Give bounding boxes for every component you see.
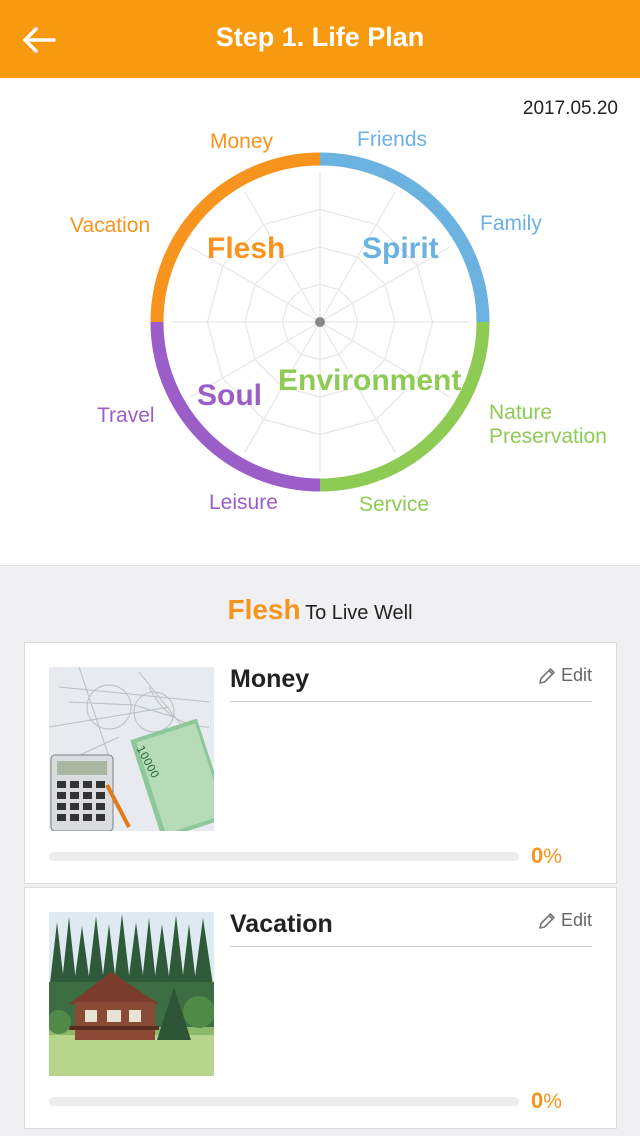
wheel-label-family[interactable]: Family (480, 212, 542, 236)
ring-environment (319, 321, 490, 492)
edit-button[interactable]: Edit (537, 910, 592, 931)
pencil-icon (539, 912, 555, 929)
edit-label: Edit (560, 910, 592, 930)
category-spirit[interactable]: Spirit (362, 232, 439, 266)
goal-card-vacation[interactable]: Vacation Edit 0% (24, 887, 617, 1129)
wheel-label-money[interactable]: Money (210, 130, 273, 154)
category-flesh[interactable]: Flesh (207, 232, 285, 266)
section-subtitle: To Live Well (305, 602, 413, 624)
goal-card-money[interactable]: 10000 Money Edit 0% (24, 642, 617, 884)
card-title: Vacation (230, 910, 333, 938)
vacation-photo (49, 912, 214, 1076)
wheel-center-dot (315, 317, 325, 327)
title-divider (230, 701, 592, 702)
edit-label: Edit (560, 665, 592, 685)
page-title: Step 1. Life Plan (215, 22, 425, 52)
card-title: Money (230, 665, 310, 693)
app-header: Step 1. Life Plan (0, 0, 640, 78)
progress-percent: 0% (531, 843, 562, 868)
pencil-icon (539, 667, 555, 684)
wheel-label-nature[interactable]: Nature (489, 401, 552, 425)
progress-bar (49, 1097, 519, 1106)
wheel-label-preservation[interactable]: Preservation (489, 425, 607, 449)
wheel-label-travel[interactable]: Travel (97, 404, 155, 428)
edit-button[interactable]: Edit (537, 665, 592, 686)
section-category: Flesh (227, 594, 301, 625)
wheel-label-vacation[interactable]: Vacation (70, 214, 150, 238)
title-divider (230, 946, 592, 947)
wheel-label-friends[interactable]: Friends (357, 128, 427, 152)
category-soul[interactable]: Soul (197, 379, 262, 413)
life-wheel-panel: 2017.05.20 Money Friends Family Vacation… (0, 78, 640, 566)
life-wheel[interactable] (0, 78, 640, 566)
wheel-label-leisure[interactable]: Leisure (209, 491, 278, 515)
progress-bar (49, 852, 519, 861)
wheel-label-service[interactable]: Service (359, 493, 429, 517)
section-heading: Flesh To Live Well (0, 594, 640, 626)
category-environment[interactable]: Environment (278, 364, 461, 398)
money-photo: 10000 (49, 667, 214, 831)
progress-percent: 0% (531, 1088, 562, 1113)
